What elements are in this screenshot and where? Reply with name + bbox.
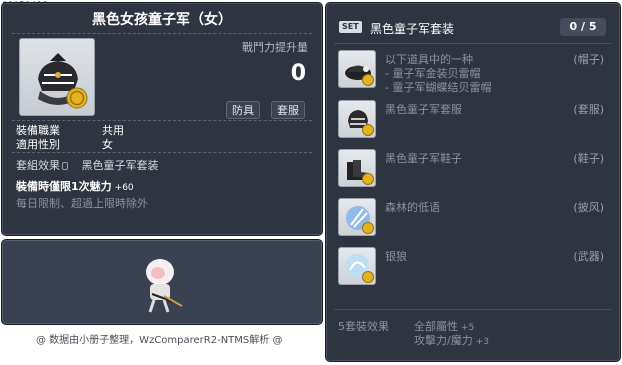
set-part-name: 银狼: [385, 250, 407, 263]
set-part-cape[interactable]: 森林的低语 (披风): [338, 198, 608, 238]
set-bonus-plus: +3: [475, 337, 489, 347]
set-effect-label: 套組效果: [16, 159, 60, 172]
set-part-slot: (套服): [573, 103, 604, 116]
set-part-name: 森林的低语: [385, 201, 440, 214]
set-part-slot: (武器): [573, 250, 604, 263]
divider: [334, 43, 612, 44]
footer-credit: @ 数据由小册子整理，WzComparerR2-NTMS解析 @: [36, 335, 283, 346]
set-part-thumb: [338, 247, 376, 285]
set-part-weapon[interactable]: 银狼 (武器): [338, 247, 608, 287]
gender-row: 適用性別 女: [16, 136, 113, 152]
item-icon-frame: [19, 38, 95, 116]
set-part-slot: (帽子): [573, 53, 604, 66]
set-panel: SET 黑色童子军套装 0 / 5 以下道具中的一种 - 童子军金装贝雷帽 - …: [325, 2, 621, 362]
set-bonus-text: 攻擊力/魔力: [414, 334, 473, 347]
divider: [12, 33, 312, 34]
coin-icon: [362, 222, 374, 234]
equip-bonus-text: 裝備時僅限1次魅力: [16, 180, 112, 193]
set-effect-value: 黑色童子军套装: [81, 159, 159, 172]
coin-icon: [362, 124, 374, 136]
set-bonus-line: 攻擊力/魔力 +3: [414, 332, 489, 348]
set-part-slot: (披风): [573, 201, 604, 214]
equip-bonus-plus: +60: [114, 183, 134, 193]
category-outfit-button[interactable]: 套服: [271, 101, 305, 119]
divider: [334, 309, 612, 310]
set-part-hat[interactable]: 以下道具中的一种 - 童子军金装贝雷帽 - 童子军蝴蝶结贝雷帽 (帽子): [338, 50, 608, 98]
set-badge: SET: [339, 21, 362, 33]
lock-icon: [62, 162, 68, 170]
attack-increase-label: 戰鬥力提升量: [242, 41, 308, 54]
set-part-thumb: [338, 100, 376, 138]
set-count: 0 / 5: [560, 18, 606, 36]
coin-icon: [66, 87, 88, 109]
set-effect-row: 套組效果 黑色童子军套装: [16, 157, 159, 173]
set-bonus-label: 5套裝效果: [338, 320, 389, 333]
divider: [12, 152, 312, 153]
gender-label: 適用性別: [16, 138, 60, 151]
coin-icon: [362, 173, 374, 185]
set-part-thumb: [338, 149, 376, 187]
set-part-thumb: [338, 50, 376, 88]
category-armor-button[interactable]: 防具: [226, 101, 260, 119]
set-part-thumb: [338, 198, 376, 236]
set-part-name: 黑色童子军鞋子: [385, 152, 462, 165]
set-part-option: - 童子军蝴蝶结贝雷帽: [385, 81, 492, 94]
set-title: 黑色童子军套装: [370, 22, 455, 36]
set-part-outfit[interactable]: 黑色童子军套服 (套服): [338, 100, 608, 140]
gender-value: 女: [102, 138, 113, 151]
coin-icon: [362, 271, 374, 283]
character-preview-panel: [1, 239, 323, 325]
divider: [12, 120, 312, 121]
coin-icon: [362, 74, 374, 86]
equip-bonus-line: 裝備時僅限1次魅力 +60: [16, 178, 134, 194]
item-title: 黑色女孩童子军（女）: [92, 12, 232, 28]
item-tooltip-panel: 黑色女孩童子军（女） 戰鬥力提升量 0 防具 套服 裝備職業 共用 適用性別女 套…: [1, 2, 323, 236]
set-part-name: 黑色童子军套服: [385, 103, 462, 116]
limit-line: 每日限制、超過上限時除外: [16, 197, 148, 210]
character-avatar: [146, 259, 183, 313]
attack-increase-value: 0: [290, 61, 306, 86]
set-part-slot: (鞋子): [573, 152, 604, 165]
set-part-shoes[interactable]: 黑色童子军鞋子 (鞋子): [338, 149, 608, 189]
